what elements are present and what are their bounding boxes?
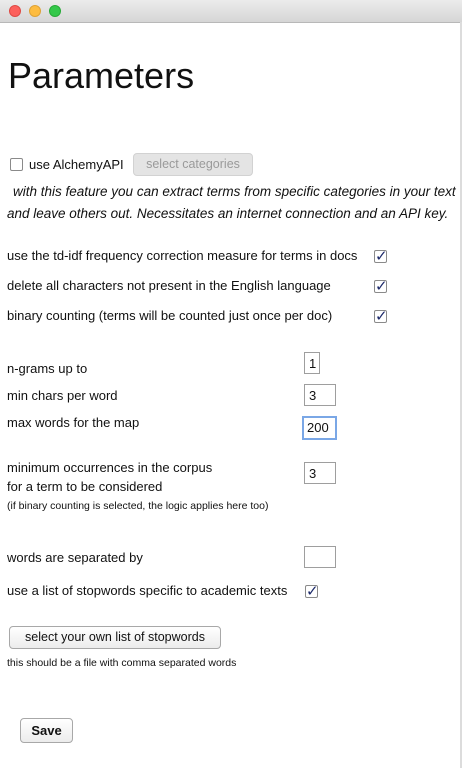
ngrams-label: n-grams up to — [7, 361, 88, 376]
min-occurrences-note: (if binary counting is selected, the log… — [7, 500, 269, 512]
english-only-label: delete all characters not present in the… — [7, 278, 331, 293]
academic-stopwords-label: use a list of stopwords specific to acad… — [7, 583, 288, 598]
tfidf-checkbox[interactable] — [374, 247, 388, 265]
close-window-button[interactable] — [9, 5, 21, 17]
alchemy-description-line2: and leave others out. Necessitates an in… — [7, 206, 449, 221]
binary-counting-label: binary counting (terms will be counted j… — [7, 308, 333, 323]
window-titlebar — [0, 0, 462, 23]
min-occurrences-label-line1: minimum occurrences in the corpus — [7, 460, 213, 475]
min-chars-label: min chars per word — [7, 388, 118, 403]
select-categories-button[interactable]: select categories — [133, 153, 253, 176]
ngrams-input[interactable]: 1 — [304, 352, 320, 374]
english-only-checkbox[interactable] — [374, 277, 388, 295]
separator-input[interactable] — [304, 546, 336, 568]
stopwords-file-note: this should be a file with comma separat… — [7, 657, 237, 669]
alchemy-description-line1: with this feature you can extract terms … — [13, 184, 456, 199]
separator-label: words are separated by — [7, 550, 143, 565]
binary-counting-checkbox[interactable] — [374, 307, 388, 325]
alchemy-label: use AlchemyAPI — [29, 157, 124, 172]
page-title: Parameters — [8, 55, 195, 96]
min-occurrences-input[interactable]: 3 — [304, 462, 336, 484]
max-words-input[interactable]: 200 — [302, 416, 337, 440]
min-occurrences-label-line2: for a term to be considered — [7, 479, 163, 494]
academic-stopwords-checkbox[interactable] — [305, 582, 319, 600]
max-words-label: max words for the map — [7, 415, 140, 430]
min-chars-input[interactable]: 3 — [304, 384, 336, 406]
minimize-window-button[interactable] — [29, 5, 41, 17]
save-button[interactable]: Save — [20, 718, 73, 743]
select-stopwords-button[interactable]: select your own list of stopwords — [9, 626, 221, 649]
tfidf-label: use the td-idf frequency correction meas… — [7, 248, 358, 263]
alchemy-checkbox[interactable] — [10, 158, 23, 171]
zoom-window-button[interactable] — [49, 5, 61, 17]
